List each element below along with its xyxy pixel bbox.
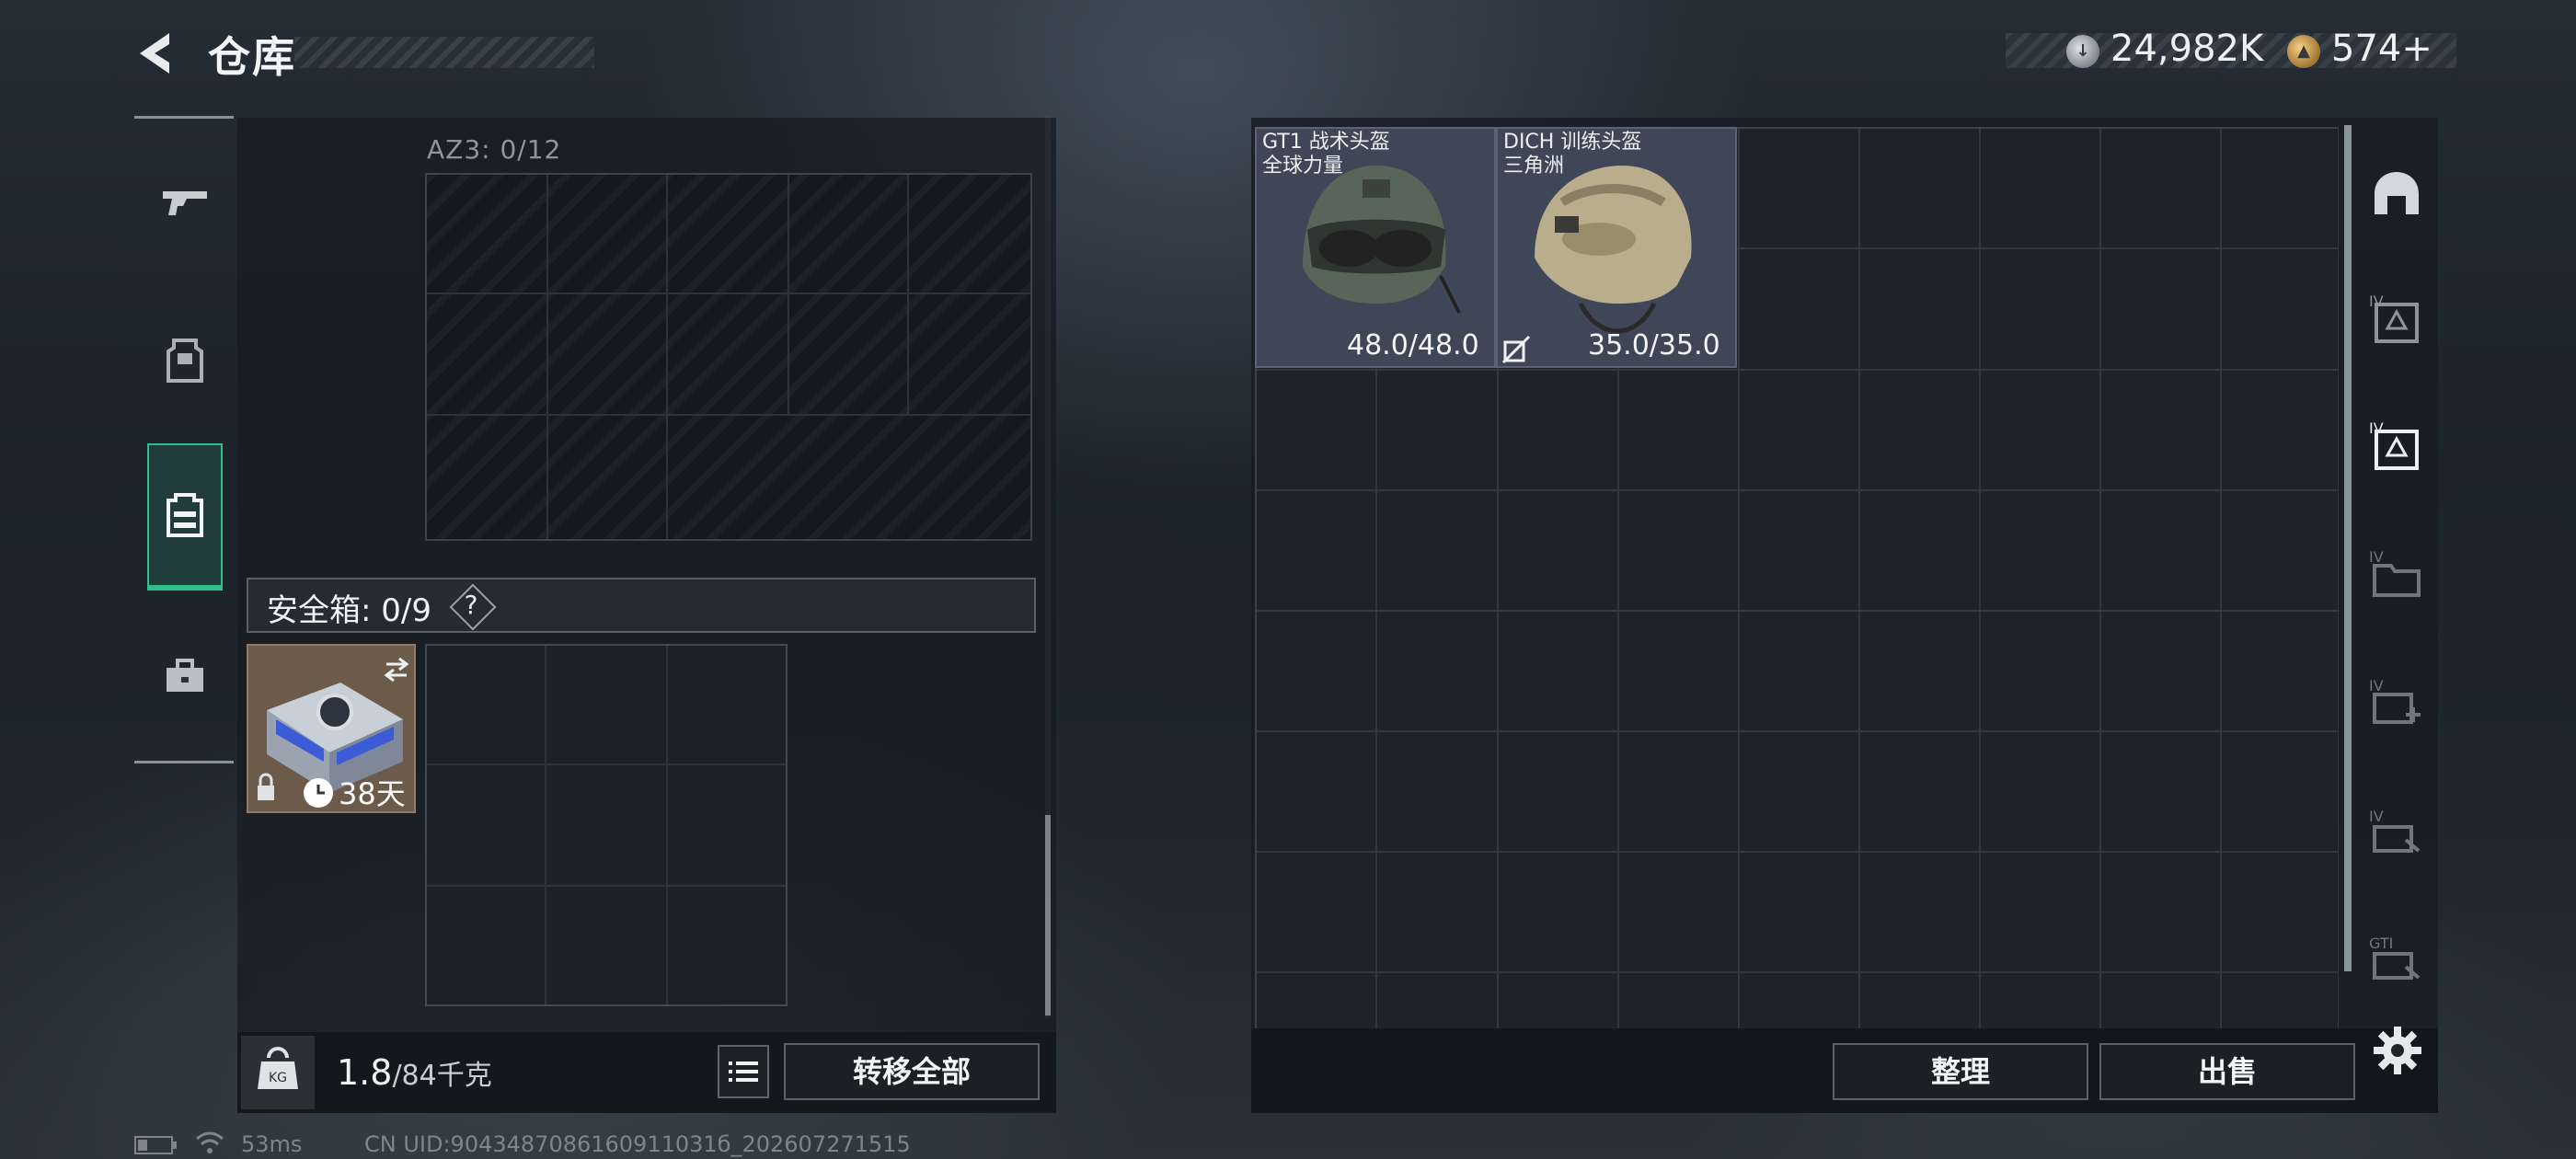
nav-toolbox[interactable] <box>147 622 223 732</box>
silver-coin-icon: ↓ <box>2066 35 2099 68</box>
page-title: 仓库 <box>208 32 296 82</box>
silver-currency-value[interactable]: 24,982K <box>2110 28 2263 70</box>
stash-item-dich-helmet[interactable]: DICH 训练头盔 三角洲 35.0/35.0 <box>1496 127 1737 368</box>
container-grid[interactable] <box>425 173 1032 541</box>
settings-button[interactable] <box>2368 1021 2427 1080</box>
safe-box-capacity: 安全箱: 0/9 <box>267 592 431 629</box>
gold-currency-value[interactable]: 574+ <box>2331 28 2432 70</box>
gear-icon <box>2374 1027 2421 1074</box>
battery-icon <box>134 1136 177 1154</box>
armor-vest-icon <box>167 339 203 383</box>
back-button[interactable] <box>129 26 184 81</box>
tier4-cards-icon: IV <box>2369 808 2421 853</box>
nav-weapons[interactable] <box>147 147 223 258</box>
weight-icon: KG <box>241 1036 315 1109</box>
toolbox-icon <box>167 659 203 692</box>
container-capacity-label: AZ3: 0/12 <box>427 134 562 165</box>
tier4-medkit-icon: IV <box>2369 677 2421 724</box>
nav-armor[interactable] <box>147 305 223 416</box>
svg-text:IV: IV <box>2369 808 2384 825</box>
list-view-button[interactable] <box>718 1045 769 1098</box>
category-tier4-selected[interactable]: IV <box>2364 412 2429 476</box>
tier4-armor-selected-icon: IV <box>2369 419 2419 470</box>
item-subtitle: 三角洲 <box>1503 155 1565 178</box>
item-name: GT1 战术头盔 <box>1262 131 1390 154</box>
svg-text:KG: KG <box>269 1071 287 1085</box>
back-arrow-icon <box>140 33 169 74</box>
clock-icon <box>304 778 333 808</box>
svg-text:IV: IV <box>2369 677 2384 694</box>
tier4-folder-icon: IV <box>2369 548 2421 597</box>
backpack-icon <box>167 493 203 537</box>
item-subtitle: 全球力量 <box>1262 155 1344 178</box>
nav-backpack[interactable] <box>147 443 223 591</box>
gun-icon <box>163 191 207 215</box>
sell-button[interactable]: 出售 <box>2099 1043 2355 1100</box>
category-tier4-folder[interactable]: IV <box>2364 541 2429 605</box>
safe-box-grid[interactable] <box>425 644 788 1006</box>
list-icon <box>729 1061 758 1082</box>
wifi-icon <box>196 1131 224 1153</box>
category-tier4-medkit[interactable]: IV <box>2364 670 2429 734</box>
item-name: DICH 训练头盔 <box>1503 131 1642 154</box>
item-durability: 35.0/35.0 <box>1588 329 1720 361</box>
item-durability: 48.0/48.0 <box>1347 329 1479 361</box>
stash-category-rail <box>2344 125 2352 971</box>
no-repair-icon <box>1501 335 1531 364</box>
category-tier4-cards[interactable]: IV <box>2364 800 2429 865</box>
sort-button[interactable]: 整理 <box>1833 1043 2088 1100</box>
title-decoration <box>294 37 594 68</box>
stash-item-gt1-helmet[interactable]: GT1 战术头盔 全球力量 48.0/48.0 <box>1255 127 1496 368</box>
weight-readout: 1.8/84千克 <box>337 1052 492 1093</box>
svg-text:IV: IV <box>2369 548 2384 566</box>
gold-coin-icon: ▲ <box>2287 35 2320 68</box>
category-gti-cards[interactable]: GTI <box>2364 927 2429 992</box>
safe-box-expiry: 38天 <box>339 776 406 811</box>
category-tier4-armor[interactable]: IV <box>2364 285 2429 350</box>
transfer-all-button[interactable]: 转移全部 <box>784 1043 1040 1100</box>
tier4-armor-icon: IV <box>2369 293 2419 343</box>
user-uid: CN UID:9043487086160911031б_202607271515 <box>364 1131 911 1157</box>
ping-readout: 53ms <box>241 1131 303 1157</box>
loadout-scroll-thumb[interactable] <box>1045 815 1051 1016</box>
svg-text:GTI: GTI <box>2369 935 2393 952</box>
helmet-category-icon <box>2375 172 2419 214</box>
help-icon[interactable]: ? <box>453 585 489 625</box>
weight-current: 1.8 <box>337 1052 393 1093</box>
gti-cards-icon: GTI <box>2369 935 2421 980</box>
category-helmet[interactable] <box>2364 162 2429 226</box>
weight-max: /84千克 <box>392 1060 492 1092</box>
